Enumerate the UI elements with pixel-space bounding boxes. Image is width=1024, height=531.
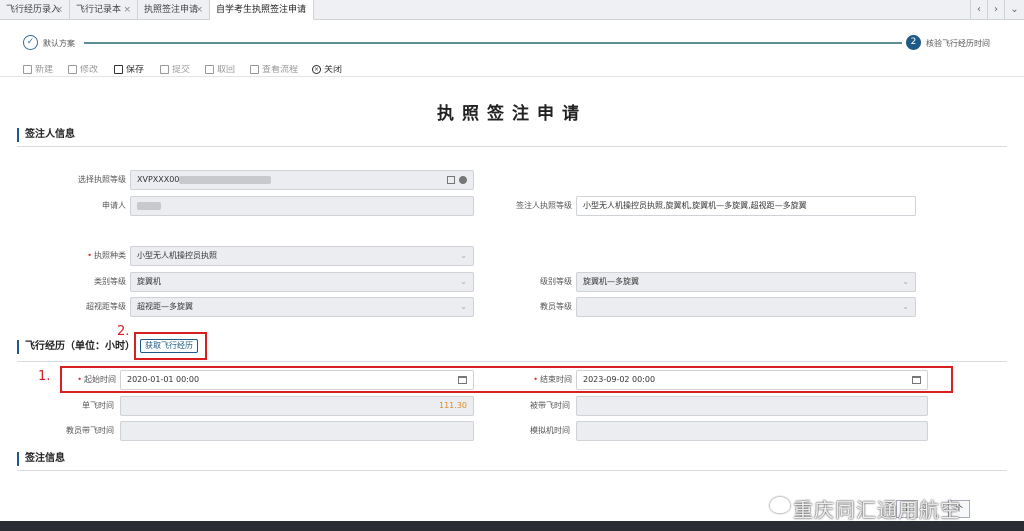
required-marker: • <box>533 375 538 384</box>
license-type-select[interactable]: 小型无人机操控员执照 ⌄ <box>130 246 474 266</box>
tab-license-endorsement[interactable]: 执照签注申请 × <box>138 0 210 20</box>
class-label: 级别等级 <box>540 277 572 286</box>
signer-license-label: 签注人执照等级 <box>516 201 572 210</box>
edit-icon <box>68 65 77 74</box>
watermark: 重庆同汇通用航空 <box>793 498 961 522</box>
tab-flight-logbook[interactable]: 飞行记录本 × <box>70 0 138 20</box>
redacted-text <box>179 175 272 184</box>
solo-time-label: 单飞时间 <box>82 401 114 410</box>
chevron-down-icon: ⌄ <box>460 277 467 286</box>
new-button[interactable]: 新建 <box>23 65 53 75</box>
view-flow-button[interactable]: 查看流程 <box>250 65 298 75</box>
instructor-dual-field <box>120 421 474 441</box>
section-endorsement-info: 签注信息 <box>17 452 65 466</box>
step-done-icon: ✓ <box>23 35 38 50</box>
clear-icon[interactable] <box>459 176 467 184</box>
bvlos-select[interactable]: 超视距—多旋翼 ⌄ <box>130 297 474 317</box>
start-time-input[interactable]: 2020-01-01 00:00 <box>120 370 474 390</box>
tab-next-button[interactable]: › <box>987 0 1004 20</box>
step-label: 默认方案 <box>43 39 75 48</box>
tab-flight-history-entry[interactable]: 飞行经历录入 × <box>0 0 70 20</box>
sim-time-label: 模拟机时间 <box>530 426 570 435</box>
step-current-icon: 2 <box>906 35 921 50</box>
weibo-logo-icon <box>770 497 790 513</box>
close-icon[interactable]: × <box>55 0 63 20</box>
instructor-dual-label: 教员带飞时间 <box>66 426 114 435</box>
select-license-field[interactable]: XVPXXX00 <box>130 170 474 190</box>
section-divider <box>17 470 1007 471</box>
chevron-down-icon: ⌄ <box>902 277 909 286</box>
calendar-icon[interactable] <box>912 376 921 384</box>
instructor-select[interactable]: ⌄ <box>576 297 916 317</box>
tab-menu-button[interactable]: ⌄ <box>1004 0 1024 20</box>
chevron-down-icon: ⌄ <box>460 302 467 311</box>
tab-self-study-endorsement[interactable]: 自学考生执照签注申请 × <box>210 0 314 20</box>
tab-label: 飞行经历录入 <box>6 5 61 15</box>
fetch-flight-history-button[interactable]: 获取飞行经历 <box>140 339 198 353</box>
toolbar: 新建 修改 保存 提交 取回 查看流程 × 关闭 <box>0 65 1024 76</box>
dual-time-label: 被带飞时间 <box>530 401 570 410</box>
end-time-input[interactable]: 2023-09-02 00:00 <box>576 370 928 390</box>
submit-button[interactable]: 提交 <box>160 65 190 75</box>
tab-label: 飞行记录本 <box>76 5 122 15</box>
start-time-label: • 起始时间 <box>77 375 116 384</box>
category-select[interactable]: 旋翼机 ⌄ <box>130 272 474 292</box>
sim-time-field <box>576 421 928 441</box>
toolbar-divider <box>0 76 1024 77</box>
calendar-icon[interactable] <box>458 376 467 384</box>
applicant-field[interactable] <box>130 196 474 216</box>
edit-button[interactable]: 修改 <box>68 65 98 75</box>
submit-icon <box>160 65 169 74</box>
section-divider <box>17 146 1007 147</box>
solo-time-value: 111.30 <box>439 401 467 410</box>
required-marker: • <box>77 375 82 384</box>
step-label: 核验飞行经历时间 <box>926 39 990 48</box>
new-icon <box>23 65 32 74</box>
close-icon[interactable]: × <box>195 0 203 20</box>
applicant-label: 申请人 <box>102 201 126 210</box>
chevron-down-icon: ⌄ <box>460 251 467 260</box>
tab-label: 执照签注申请 <box>144 5 199 15</box>
save-button[interactable]: 保存 <box>114 65 144 75</box>
annotation-two: 2. <box>117 324 130 339</box>
dual-time-field <box>576 396 928 416</box>
tab-bar: 飞行经历录入 × 飞行记录本 × 执照签注申请 × 自学考生执照签注申请 × ‹… <box>0 0 1024 20</box>
redacted-text <box>137 201 161 210</box>
required-marker: • <box>87 251 92 260</box>
lookup-icon[interactable] <box>447 176 455 184</box>
close-icon[interactable]: × <box>123 0 131 20</box>
end-time-label: • 结束时间 <box>533 375 572 384</box>
class-select[interactable]: 旋翼机—多旋翼 ⌄ <box>576 272 916 292</box>
select-license-label: 选择执照等级 <box>78 175 126 184</box>
chevron-down-icon: ⌄ <box>902 302 909 311</box>
close-circle-icon: × <box>312 65 321 74</box>
close-icon[interactable]: × <box>299 0 307 20</box>
page-title: 执照签注申请 <box>437 104 587 124</box>
step-connector <box>84 42 902 44</box>
withdraw-button[interactable]: 取回 <box>205 65 235 75</box>
instructor-label: 教员等级 <box>540 302 572 311</box>
bvlos-label: 超视距等级 <box>86 302 126 311</box>
signer-license-field[interactable]: 小型无人机操控员执照,旋翼机,旋翼机—多旋翼,超视距—多旋翼 <box>576 196 916 216</box>
withdraw-icon <box>205 65 214 74</box>
section-flight-history: 飞行经历（单位：小时） <box>17 340 135 354</box>
progress-steps: ✓ 默认方案 2 核验飞行经历时间 <box>0 21 1024 65</box>
tab-label: 自学考生执照签注申请 <box>216 5 307 15</box>
tab-prev-button[interactable]: ‹ <box>970 0 987 20</box>
save-icon <box>114 65 123 74</box>
category-label: 类别等级 <box>94 277 126 286</box>
section-signer-info: 签注人信息 <box>17 128 75 142</box>
license-type-label: • 执照种类 <box>87 251 126 260</box>
solo-time-field: 111.30 <box>120 396 474 416</box>
close-button[interactable]: × 关闭 <box>312 65 342 75</box>
section-divider <box>17 361 1007 362</box>
flow-icon <box>250 65 259 74</box>
